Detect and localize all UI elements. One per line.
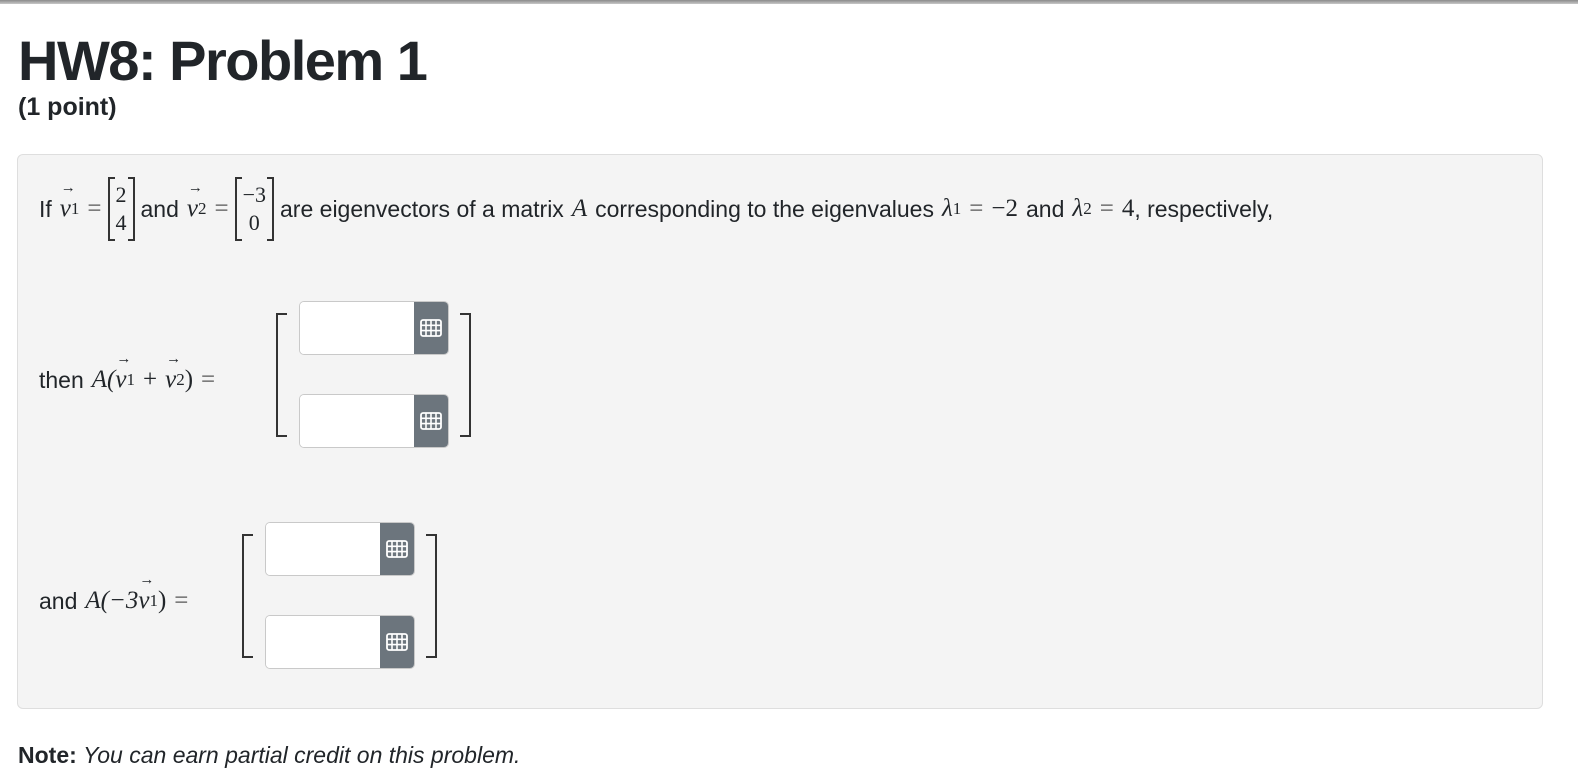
part2-label: and A(−3 v1 ) = xyxy=(39,572,189,619)
matrix-grid-button[interactable] xyxy=(414,302,448,354)
then-text: then xyxy=(39,366,84,393)
plus-sign: + xyxy=(142,366,158,393)
answer1-right-bracket xyxy=(460,313,471,437)
expr1-close: ) xyxy=(184,366,194,393)
answer2-left-bracket xyxy=(242,534,253,658)
answer1-left-bracket xyxy=(276,313,287,437)
eigenvalue-text: corresponding to the eigenvalues xyxy=(595,195,934,222)
equals-sign: = xyxy=(87,195,102,222)
equals-sign: = xyxy=(214,195,229,222)
expr1-open: A( xyxy=(91,366,116,393)
v2-entry-1: −3 xyxy=(242,182,267,207)
expr2-open: A(−3 xyxy=(85,587,139,614)
matrix-grid-icon xyxy=(420,412,442,430)
matrix-grid-button[interactable] xyxy=(414,395,448,447)
expr2-v1: v1 xyxy=(138,572,158,615)
equals-sign: = xyxy=(969,195,984,222)
answer2-row1[interactable] xyxy=(265,522,415,576)
matrix-grid-icon xyxy=(420,319,442,337)
note-text: You can earn partial credit on this prob… xyxy=(83,742,521,768)
matrix-grid-button[interactable] xyxy=(380,616,414,668)
respectively-text: , respectively, xyxy=(1134,195,1274,222)
answer2-row1-input[interactable] xyxy=(266,523,380,575)
v2-entry-2: 0 xyxy=(248,210,260,235)
lambda-2-value: 4 xyxy=(1121,195,1135,222)
expr1-v2: v2 xyxy=(165,351,185,394)
vector-v1-matrix: 2 4 xyxy=(107,177,135,241)
if-text: If xyxy=(39,195,52,222)
note-label: Note: xyxy=(18,742,77,768)
and-text: and xyxy=(140,195,179,222)
equals-sign: = xyxy=(201,366,216,393)
answer1-row2-input[interactable] xyxy=(300,395,414,447)
answer1-row2[interactable] xyxy=(299,394,449,448)
and-text: and xyxy=(1026,195,1065,222)
matrix-a: A xyxy=(571,195,588,222)
expr2-close: ) xyxy=(157,587,167,614)
answer1-row1[interactable] xyxy=(299,301,449,355)
vector-v2-matrix: −3 0 xyxy=(234,177,275,241)
equals-sign: = xyxy=(174,587,189,614)
and-text: and xyxy=(39,587,78,614)
vector-v1: v1 xyxy=(60,180,80,223)
lambda-1: λ1 xyxy=(941,195,962,222)
answer1-row1-input[interactable] xyxy=(300,302,414,354)
lambda-2: λ2 xyxy=(1072,195,1092,222)
answer2-right-bracket xyxy=(426,534,437,658)
v1-entry-1: 2 xyxy=(115,182,127,207)
top-divider xyxy=(0,0,1578,4)
point-value: (1 point) xyxy=(18,93,117,121)
matrix-grid-icon xyxy=(386,633,408,651)
expr1-v1: v1 xyxy=(115,351,135,394)
answer2-row2[interactable] xyxy=(265,615,415,669)
v1-entry-2: 4 xyxy=(115,210,127,235)
lambda-1-value: −2 xyxy=(991,195,1018,222)
matrix-grid-icon xyxy=(386,540,408,558)
eigenvector-text: are eigenvectors of a matrix xyxy=(280,195,564,222)
problem-statement: If v1 = 2 4 and v2 = −3 0 are eigenvecto… xyxy=(39,176,1273,242)
matrix-grid-button[interactable] xyxy=(380,523,414,575)
page-title: HW8: Problem 1 xyxy=(18,29,428,92)
vector-v2: v2 xyxy=(187,180,207,223)
equals-sign: = xyxy=(1099,195,1114,222)
part1-label: then A( v1 + v2 ) = xyxy=(39,351,216,398)
answer2-row2-input[interactable] xyxy=(266,616,380,668)
partial-credit-note: Note: You can earn partial credit on thi… xyxy=(18,742,520,769)
